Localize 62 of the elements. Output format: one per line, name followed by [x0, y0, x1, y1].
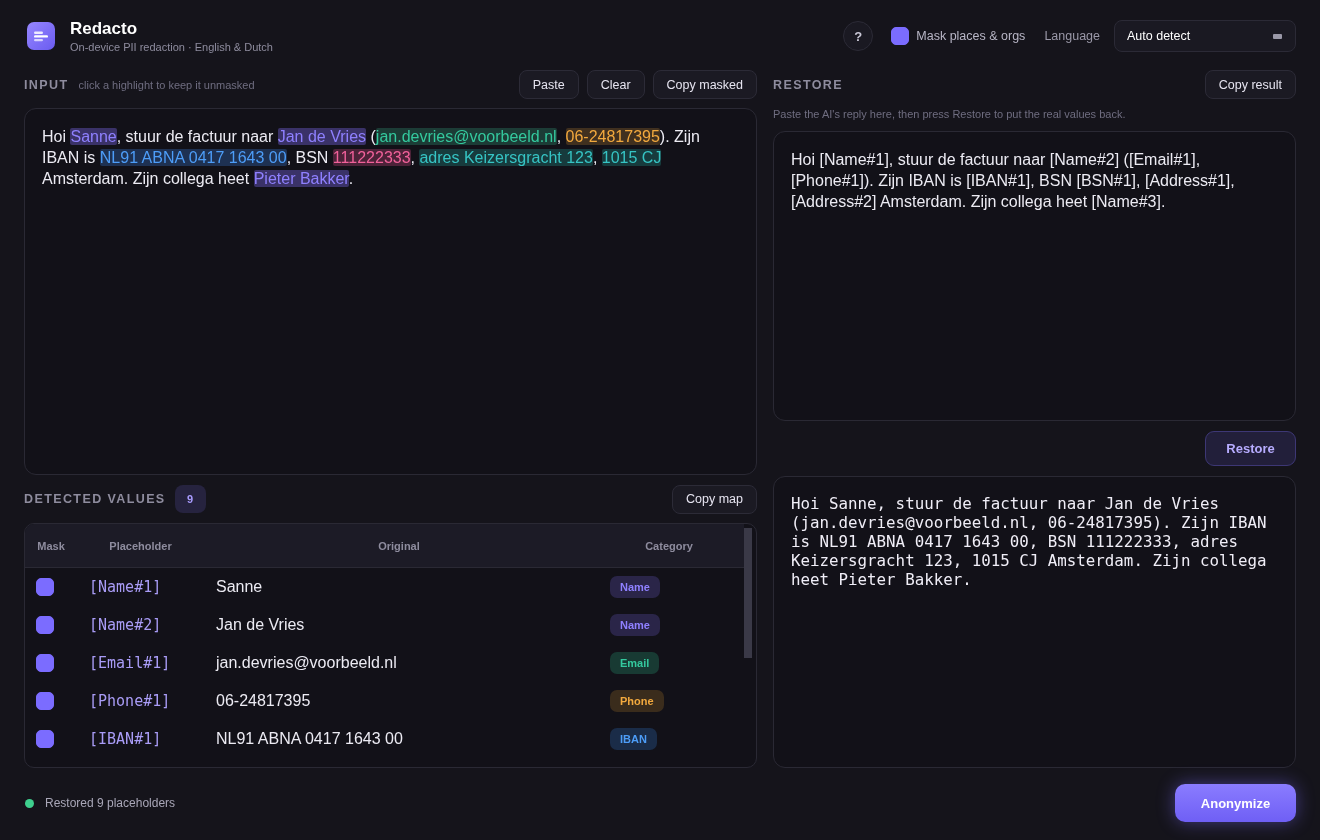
anonymize-button[interactable]: Anonymize — [1175, 784, 1296, 822]
section-heading: INPUT — [24, 77, 69, 92]
copy-result-button[interactable]: Copy result — [1204, 70, 1296, 99]
category-tag: IBAN — [610, 728, 657, 750]
section-hint: Paste the AI's reply here, then press Restore to put the real values back. — [773, 107, 1127, 121]
restore-button[interactable]: Restore — [1205, 431, 1296, 466]
app-title: Redacto — [70, 18, 139, 39]
checkbox[interactable] — [36, 578, 54, 596]
output-field[interactable]: Hoi Sanne, stuur de factuur naar Jan de Vries (jan.devries@voorbeeld.nl, 06-24817395). Zijn IBAN is NL91 ABNA 0417 1643 00, BSN 111222333, adres Keizersgracht 123, 1015 CJ Amsterdam. Zijn collega heet Pieter Bakker. — [773, 476, 1296, 768]
input-text: Hoi Sanne, stuur de factuur naar Jan de Vries (jan.devries@voorbeeld.nl, 06-24817395). Zijn IBAN is NL91 ABNA 0417 1643 00, BSN 111222333, adres Keizersgracht 123, 1015 CJ Amsterdam. Zijn collega heet Pieter Bakker. — [42, 127, 701, 189]
original-cell: Sanne — [216, 578, 263, 596]
original-cell: Jan de Vries — [216, 616, 305, 634]
placeholder-cell: [Email#1] — [89, 654, 171, 672]
app-subtitle: On-device PII redaction · English & Dutch — [70, 40, 273, 54]
category-tag: Email — [610, 652, 660, 674]
placeholder-cell: [IBAN#1] — [89, 730, 162, 748]
copy-map-button[interactable]: Copy map — [672, 484, 757, 514]
logo-icon — [27, 22, 55, 50]
scrollbar-thumb[interactable] — [744, 528, 752, 658]
status-dot-icon — [25, 798, 34, 808]
highlighted-value[interactable]: Jan de Vries — [277, 128, 367, 145]
count-badge: 9 — [174, 485, 206, 513]
section-heading: DETECTED VALUES — [24, 492, 166, 506]
highlighted-value[interactable]: 06-24817395 — [565, 128, 660, 145]
original-cell: 06-24817395 — [216, 692, 311, 710]
highlighted-value[interactable]: Sanne — [70, 128, 117, 145]
checkbox[interactable] — [36, 616, 54, 634]
checkbox[interactable] — [36, 692, 54, 710]
highlighted-value[interactable]: NL91 ABNA 0417 1643 00 — [99, 149, 287, 166]
section-hint: click a highlight to keep it unmasked — [78, 78, 255, 91]
highlighted-value[interactable]: 111222333 — [332, 149, 411, 166]
placeholder-cell: [Name#1] — [89, 578, 162, 596]
reply-field[interactable]: Hoi [Name#1], stuur de factuur naar [Name#2] ([Email#1], [Phone#1]). Zijn IBAN is [IBAN#1], BSN [BSN#1], [Address#1], [Address#2] Amsterdam. Zijn collega heet [Name#3]. — [773, 131, 1296, 421]
column-header: Category — [645, 539, 693, 552]
status-text: Restored 9 placeholders — [45, 796, 176, 810]
highlighted-value[interactable]: 1015 CJ — [601, 149, 662, 166]
dash-icon — [1273, 33, 1282, 39]
checkbox[interactable] — [36, 730, 54, 748]
copy-masked-button[interactable]: Copy masked — [652, 70, 757, 99]
placeholder-cell: [Phone#1] — [89, 692, 171, 710]
checkbox[interactable] — [891, 27, 910, 45]
paste-button[interactable]: Paste — [518, 70, 579, 99]
category-tag: Phone — [610, 690, 664, 712]
column-header: Original — [378, 539, 420, 552]
section-heading: RESTORE — [773, 77, 843, 92]
category-tag: Name — [610, 576, 660, 598]
column-header: Mask — [37, 539, 65, 552]
checkbox[interactable] — [36, 654, 54, 672]
checkbox-label: Mask places & orgs — [916, 29, 1026, 43]
highlighted-value[interactable]: adres Keizersgracht 123 — [419, 149, 593, 166]
language-select[interactable]: Auto detect — [1114, 20, 1296, 52]
column-header: Placeholder — [109, 539, 172, 552]
category-tag: Name — [610, 614, 660, 636]
original-cell: jan.devries@voorbeeld.nl — [216, 654, 397, 672]
highlighted-value[interactable]: Pieter Bakker — [253, 170, 349, 187]
original-cell: NL91 ABNA 0417 1643 00 — [216, 730, 403, 748]
input-field[interactable] — [24, 108, 757, 475]
help-button[interactable]: ? — [843, 21, 874, 51]
language-label: Language — [1044, 29, 1100, 43]
clear-button[interactable]: Clear — [586, 70, 645, 99]
highlighted-value[interactable]: jan.devries@voorbeeld.nl — [375, 128, 557, 145]
placeholder-cell: [Name#2] — [89, 616, 162, 634]
